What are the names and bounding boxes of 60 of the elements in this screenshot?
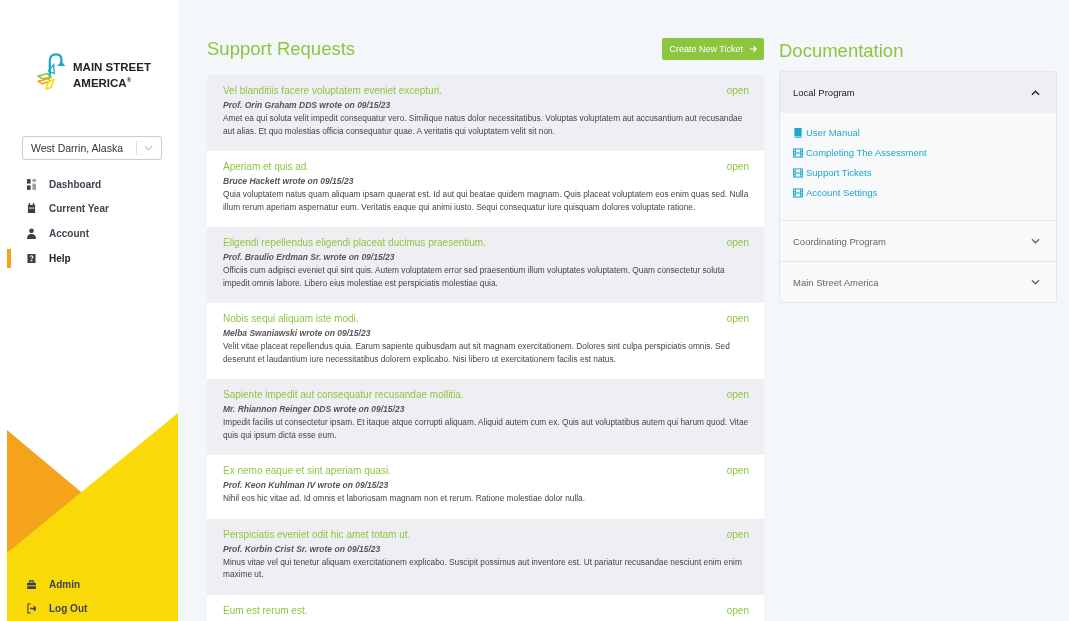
- section-title: Support Requests: [207, 38, 356, 60]
- nav-item[interactable]: Dashboard: [7, 172, 178, 197]
- arrow-right-icon: [749, 45, 757, 53]
- ticket-author: Prof. Keon Kuhlman IV wrote on 09/15/23: [223, 480, 390, 491]
- location-select[interactable]: West Darrin, Alaska: [22, 136, 162, 160]
- nav-item[interactable]: Log Out: [7, 596, 178, 621]
- ticket-title: Eum est rerum est.: [223, 604, 308, 617]
- ticket-title: Nobis sequi aliquam iste modi.: [223, 313, 359, 325]
- status-label: open: [726, 161, 749, 173]
- chevron-up-icon: [1031, 89, 1040, 96]
- help-icon: [27, 252, 36, 264]
- chevron-down-icon: [1031, 279, 1040, 285]
- section-title: Documentation: [779, 40, 905, 60]
- ticket-title: Aperiam et quis ad.: [223, 161, 310, 173]
- nav-item[interactable]: Help: [7, 245, 178, 271]
- calendar-icon: [27, 203, 36, 215]
- nav-item[interactable]: Admin: [7, 571, 178, 597]
- chevron-down-icon: [144, 145, 153, 151]
- ticket-author: Prof. Korbin Crist Sr. wrote on 09/15/23: [223, 543, 382, 555]
- ticket-title: Vel blanditiis facere voluptatem eveniet excepturi.: [223, 85, 442, 97]
- ticket-author: Melba Swaniawski wrote on 09/15/23: [223, 328, 372, 339]
- accordion-header[interactable]: Main Street America: [780, 262, 1056, 302]
- nav-item[interactable]: Current Year: [7, 196, 178, 222]
- nav-item[interactable]: Account: [7, 221, 178, 246]
- toolbox-icon: [27, 578, 36, 590]
- status-label: open: [726, 313, 749, 325]
- ticket-author: Mr. Rhiannon Reinger DDS wrote on 09/15/23: [223, 404, 406, 415]
- ticket-body: Officiis cum adipisci eveniet qui sint quis. Autem voluptatem error sed praesentium illum voluptates voluptatem. Quam consectetur soluta impedit omnis labore. Libero eius molestiae est perspiciatis molestiae quia.: [223, 264, 726, 289]
- status-label: open: [726, 85, 749, 97]
- logo-text: MAIN STREET: [73, 60, 151, 74]
- accordion-header[interactable]: Coordinating Program: [780, 221, 1056, 261]
- film-icon: [793, 187, 803, 198]
- ticket-body: Nihil eos hic vitae ad. Id omnis et laboriosam magnam non et rerum. Ratione molestiae dolor nulla.: [223, 492, 587, 505]
- chevron-down-icon: [1031, 238, 1040, 244]
- ticket-body: Amet ea qui soluta velit impedit consequatur vero. Similique natus dolor necessitatibus. Voluptas voluptatem aut accusantium aut recusandae aut alias. Et quo molestias officia consequatur quae. A veritatis qui voluptatem velit sit non.: [223, 112, 744, 137]
- logo-text: AMERICA$^{®}$: [73, 75, 133, 90]
- ticket-author: Bruce Hackett wrote on 09/15/23: [223, 176, 355, 187]
- logout-icon: [27, 603, 36, 615]
- ticket-body: Minus vitae vel qui tenetur aliquam exercitationem explicabo. Suscipit possimus aut inventore est. Ut pariatur recusandae nesciunt enim enim maxime ut.: [223, 555, 743, 581]
- status-label: open: [726, 528, 749, 541]
- status-label: open: [726, 389, 749, 401]
- ticket-author: Prof. Braulio Erdman Sr. wrote on 09/15/23: [223, 252, 396, 263]
- ticket-author: Prof. Orin Graham DDS wrote on 09/15/23: [223, 100, 392, 111]
- user-icon: [27, 228, 36, 239]
- accordion-header[interactable]: Local Program: [780, 72, 1056, 113]
- ticket-title: Ex nemo eaque et sint aperiam quasi.: [223, 465, 391, 477]
- ticket-body: Velit vitae placeat repellendus quia. Earum sapiente quibusdam aut sit magnam exercitationem. Dolores sint culpa perspiciatis omnis. Sed deserunt et laudantium iure necessitatibus dolorem explicabo. Nisi libero ut exercitationem facilis est natus.: [223, 340, 731, 365]
- ticket-body: Impedit facilis ut consectetur ipsam. Et itaque atque corrupti aliquam. Aliquid autem cum ex. Quis aut voluptatibus autem qui harum quod. Vitae quis qui ipsum dicta esse eum.: [223, 416, 749, 441]
- book-icon: [793, 127, 803, 138]
- status-label: open: [726, 604, 749, 617]
- ticket-title: Perspiciatis eveniet odit hic amet totam ut.: [223, 528, 411, 541]
- film-icon: [793, 167, 803, 178]
- dashboard-icon: [27, 178, 36, 190]
- ticket-title: Eligendi repellendus eligendi placeat ducimus praesentium.: [223, 237, 486, 249]
- status-label: open: [726, 465, 749, 477]
- ticket-title: Sapiente impedit aut consequatur recusandae mollitia.: [223, 389, 464, 401]
- film-icon: [793, 147, 803, 158]
- ticket-card[interactable]: Ex nemo eaque et sint aperiam quasi. open Prof. Keon Kuhlman IV wrote on 09/15/23 Nihil eos hic vitae ad. Id omnis et laboriosam magnam non et rerum. Ratione molestiae dolor nulla.: [207, 455, 764, 519]
- ticket-body: Quia voluptatem natus quam aliquam ipsam quaerat est. Id aut qui beatae quidem magnam. Quis placeat voluptatem eos enim quas sed. Nulla illum rerum aperiam aspernatur eum. Veritatis eaque qui animi iusto. Sequi consequatur iure quisquam dolores voluptate ratione.: [223, 188, 749, 213]
- status-label: open: [726, 237, 749, 249]
